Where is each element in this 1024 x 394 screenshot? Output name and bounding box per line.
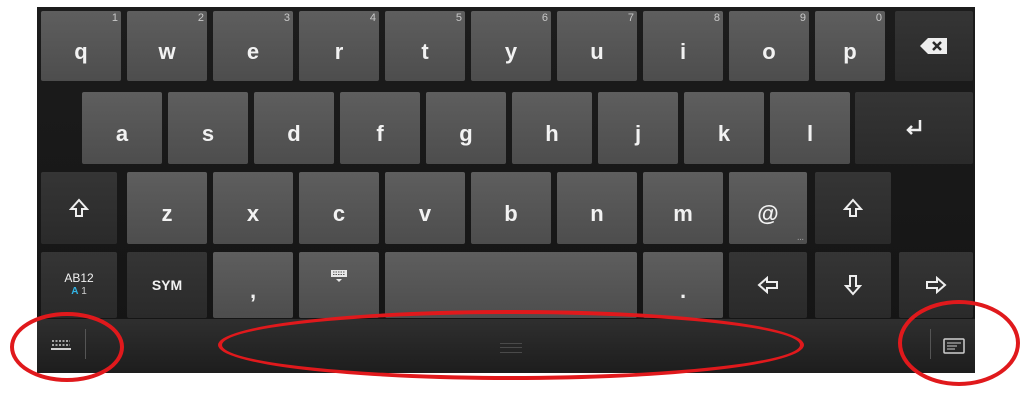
key-i[interactable]: 8i (643, 11, 723, 81)
key-p[interactable]: 0p (815, 11, 885, 81)
key-e[interactable]: 3e (213, 11, 293, 81)
key-t[interactable]: 5t (385, 11, 465, 81)
key-period[interactable]: . (643, 252, 723, 318)
backspace-icon (920, 38, 947, 54)
more-symbols-indicator: … (797, 235, 804, 242)
arrow-right-icon (926, 276, 947, 294)
key-u[interactable]: 7u (557, 11, 637, 81)
key-y[interactable]: 6y (471, 11, 551, 81)
highlight-circle-right (898, 300, 1020, 386)
key-n[interactable]: n (557, 172, 637, 244)
sym-key[interactable]: SYM (127, 252, 207, 318)
key-f[interactable]: f (340, 92, 420, 164)
shift-right-key[interactable] (815, 172, 891, 244)
key-c[interactable]: c (299, 172, 379, 244)
enter-icon (906, 120, 922, 135)
shift-left-key[interactable] (41, 172, 117, 244)
key-l[interactable]: l (770, 92, 850, 164)
shift-icon (69, 198, 89, 217)
key-j[interactable]: j (598, 92, 678, 164)
key-at[interactable]: @… (729, 172, 807, 244)
arrow-down-icon (844, 275, 862, 296)
key-v[interactable]: v (385, 172, 465, 244)
key-h[interactable]: h (512, 92, 592, 164)
key-z[interactable]: z (127, 172, 207, 244)
keyboard-settings-key[interactable] (299, 252, 379, 318)
key-s[interactable]: s (168, 92, 248, 164)
mode-switch-key[interactable]: AB12 A 1 (41, 252, 117, 318)
shift-icon (843, 198, 863, 217)
enter-key[interactable] (855, 92, 973, 164)
key-r[interactable]: 4r (299, 11, 379, 81)
spacebar[interactable] (385, 252, 637, 318)
key-q[interactable]: 1q (41, 11, 121, 81)
arrow-left-key[interactable] (729, 252, 807, 318)
arrow-down-key[interactable] (815, 252, 891, 318)
key-x[interactable]: x (213, 172, 293, 244)
key-g[interactable]: g (426, 92, 506, 164)
highlight-circle-left (10, 312, 124, 382)
arrow-left-icon (757, 276, 778, 294)
key-d[interactable]: d (254, 92, 334, 164)
key-b[interactable]: b (471, 172, 551, 244)
key-comma[interactable]: , (213, 252, 293, 318)
key-k[interactable]: k (684, 92, 764, 164)
highlight-circle-center (218, 310, 804, 380)
key-a[interactable]: a (82, 92, 162, 164)
key-m[interactable]: m (643, 172, 723, 244)
key-o[interactable]: 9o (729, 11, 809, 81)
keyboard-settings-icon (331, 270, 347, 282)
key-w[interactable]: 2w (127, 11, 207, 81)
backspace-key[interactable] (895, 11, 973, 81)
